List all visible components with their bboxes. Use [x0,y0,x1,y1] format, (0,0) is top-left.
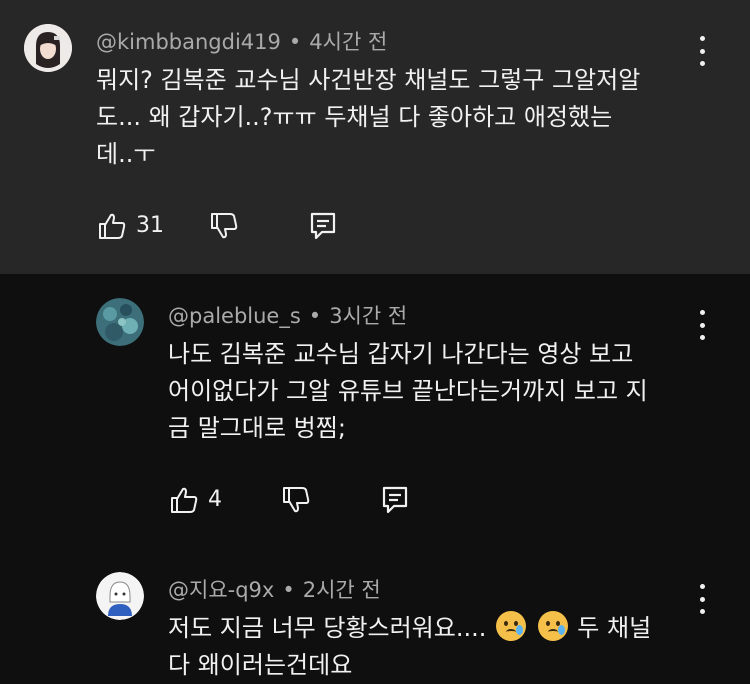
thumbs-down-icon[interactable] [208,210,240,242]
comment-line: 금 말그대로 벙찜; [168,414,346,442]
username[interactable]: @kimbbangdi419 [96,30,281,54]
crying-face-emoji-icon [537,611,568,641]
comment-line: 데..ㅜ [96,140,156,168]
username[interactable]: @paleblue_s [168,304,301,328]
comment-line: 저도 지금 너무 당황스러워요.... 두 채널 [168,610,708,647]
comment-text: 저도 지금 너무 당황스러워요.... 두 채널 다 왜이러는건데요 [168,610,708,684]
comment-actions: 4 [168,484,428,520]
timestamp[interactable]: 4시간 전 [309,30,387,54]
separator-dot: • [282,578,295,602]
comment-meta: @지요-q9x • 2시간 전 [168,574,381,604]
comment-line-text: 두 채널 [577,614,652,642]
comment-text: 나도 김복준 교수님 갑자기 나간다는 영상 보고 어이없다가 그알 유튜브 끝… [168,336,708,447]
comment-line: 어이없다가 그알 유튜브 끝난다는거까지 보고 지 [168,377,648,405]
timestamp[interactable]: 2시간 전 [303,578,381,602]
like-count: 31 [136,213,164,238]
crying-face-emoji-icon [496,611,527,641]
thumbs-up-icon[interactable] [96,210,128,242]
like-count: 4 [208,487,222,512]
comment-actions: 31 [96,210,356,246]
comment-text: 뭐지? 김복준 교수님 사건반장 채널도 그렇구 그알저알 도... 왜 갑자기… [96,62,706,173]
separator-dot: • [308,304,322,328]
reply-icon[interactable] [308,210,338,242]
comment-line: 나도 김복준 교수님 갑자기 나간다는 영상 보고 [168,340,634,368]
comment-meta: @paleblue_s • 3시간 전 [168,300,407,330]
avatar[interactable] [96,572,144,620]
thumbs-down-icon[interactable] [280,484,312,516]
comment-meta: @kimbbangdi419 • 4시간 전 [96,26,387,56]
comment-line: 도... 왜 갑자기..?ㅠㅠ 두채널 다 좋아하고 애정했는 [96,103,613,131]
separator-dot: • [288,30,302,54]
avatar[interactable] [96,298,144,346]
comment-line-text: 저도 지금 너무 당황스러워요.... [168,614,487,642]
timestamp[interactable]: 3시간 전 [329,304,407,328]
comment-line: 뭐지? 김복준 교수님 사건반장 채널도 그렇구 그알저알 [96,66,641,94]
username[interactable]: @지요-q9x [168,578,274,602]
reply-icon[interactable] [380,484,410,516]
comment-line: 다 왜이러는건데요 [168,651,353,679]
avatar[interactable] [24,24,72,72]
thumbs-up-icon[interactable] [168,484,200,516]
